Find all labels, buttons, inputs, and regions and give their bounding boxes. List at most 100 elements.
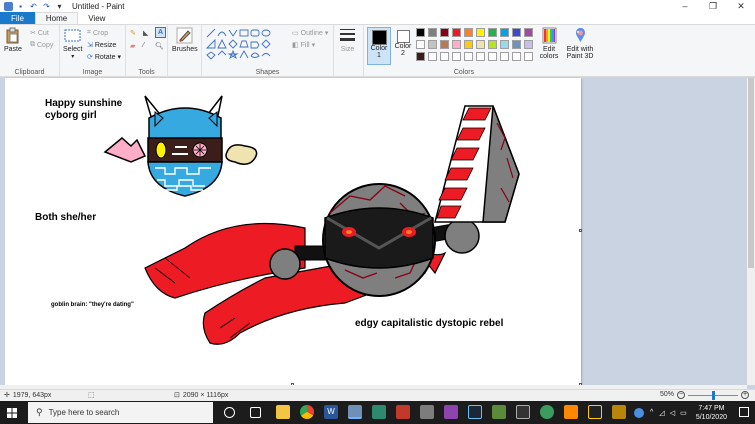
brushes-button[interactable]: Brushes (172, 27, 198, 53)
paint-taskbar-icon[interactable] (348, 405, 362, 419)
palette-swatch[interactable] (452, 52, 461, 61)
crop-button[interactable]: ⌗ Crop (87, 29, 108, 37)
palette-swatch[interactable] (452, 28, 461, 37)
eraser-icon[interactable]: ▰ (130, 42, 135, 50)
file-explorer-icon[interactable] (276, 405, 290, 419)
palette-swatch[interactable] (428, 40, 437, 49)
start-button[interactable] (0, 401, 23, 424)
size-button[interactable]: Size (339, 27, 356, 53)
palette-swatch[interactable] (428, 28, 437, 37)
drawing-canvas[interactable]: Happy sunshine cyborg girl Both she/her … (5, 78, 581, 385)
palette-swatch[interactable] (524, 28, 533, 37)
vertical-scrollbar[interactable] (747, 78, 755, 385)
taskbar-clock[interactable]: 7:47 PM 5/10/2020 (696, 404, 727, 422)
close-button[interactable]: ✕ (727, 0, 755, 12)
text-tool-icon[interactable]: A (155, 27, 166, 38)
tab-home[interactable]: Home (34, 12, 79, 24)
action-center-icon[interactable] (739, 407, 749, 417)
palette-swatch[interactable] (524, 40, 533, 49)
canvas-resize-handle-right[interactable] (579, 229, 582, 232)
tab-view[interactable]: View (78, 12, 115, 24)
palette-swatch[interactable] (512, 52, 521, 61)
palette-swatch[interactable] (500, 40, 509, 49)
taskbar-search-box[interactable]: ⚲ Type here to search (28, 402, 213, 423)
minecraft-icon[interactable] (492, 405, 506, 419)
app-icon-7[interactable] (588, 405, 602, 419)
undo-icon[interactable]: ↶ (29, 2, 38, 11)
palette-swatch[interactable] (476, 40, 485, 49)
fill-button[interactable]: ◧ Fill ▾ (292, 41, 315, 50)
color-picker-icon[interactable]: ⁄ (143, 42, 144, 49)
tray-app-icon[interactable] (634, 407, 644, 418)
edit-with-paint3d-button[interactable]: Edit with Paint 3D (565, 27, 595, 60)
network-icon[interactable]: ◿ (659, 409, 664, 417)
zoom-in-button[interactable]: + (741, 391, 749, 399)
outline-button[interactable]: ▭ Outline ▾ (292, 29, 328, 38)
steam-icon[interactable] (468, 405, 482, 419)
app-icon-6[interactable] (540, 405, 554, 419)
rotate-button[interactable]: ⟳ Rotate ▾ (87, 53, 121, 62)
palette-swatch[interactable] (488, 28, 497, 37)
task-view-icon[interactable] (250, 407, 261, 418)
copy-button[interactable]: ⧉ Copy (30, 41, 53, 49)
palette-swatch[interactable] (440, 28, 449, 37)
palette-swatch[interactable] (464, 52, 473, 61)
palette-swatch[interactable] (416, 40, 425, 49)
cortana-icon[interactable] (224, 407, 235, 418)
select-dropdown-icon[interactable]: ▾ (71, 53, 74, 60)
app-icon-4[interactable] (444, 405, 458, 419)
zoom-out-button[interactable]: − (677, 391, 685, 399)
crop-icon: ⌗ (87, 29, 91, 36)
color1-button[interactable]: Color 1 (367, 27, 391, 65)
palette-swatch[interactable] (488, 40, 497, 49)
show-hidden-icons[interactable]: ^ (650, 409, 653, 416)
palette-swatch[interactable] (464, 28, 473, 37)
palette-swatch[interactable] (440, 40, 449, 49)
palette-swatch[interactable] (524, 52, 533, 61)
app-icon-8[interactable] (612, 405, 626, 419)
palette-swatch[interactable] (512, 28, 521, 37)
tools-group: ✎ ◣ A ▰ ⁄ 🔍︎ Tools (126, 25, 168, 77)
palette-swatch[interactable] (476, 52, 485, 61)
palette-swatch[interactable] (500, 52, 509, 61)
palette-swatch[interactable] (440, 52, 449, 61)
copy-label: Copy (37, 41, 54, 49)
cut-button[interactable]: ✂ Cut (30, 29, 49, 38)
shapes-gallery-icon[interactable] (206, 28, 290, 60)
tab-file[interactable]: File (0, 12, 35, 24)
redo-icon[interactable]: ↷ (42, 2, 51, 11)
paste-button[interactable]: Paste (4, 27, 22, 53)
palette-swatch[interactable] (464, 40, 473, 49)
maximize-button[interactable]: ❐ (699, 0, 727, 12)
zoom-slider-thumb[interactable] (711, 391, 715, 400)
customize-quick-access-icon[interactable]: ▾ (55, 2, 64, 11)
fill-bucket-icon[interactable]: ◣ (143, 29, 148, 37)
app-icon-2[interactable] (396, 405, 410, 419)
palette-swatch[interactable] (512, 40, 521, 49)
palette-swatch[interactable] (488, 52, 497, 61)
chrome-icon[interactable] (300, 405, 314, 419)
notification-icon[interactable]: ▭ (680, 409, 687, 417)
palette-swatch[interactable] (476, 28, 485, 37)
pencil-icon[interactable]: ✎ (130, 29, 136, 37)
palette-swatch[interactable] (416, 28, 425, 37)
app-icon-5[interactable] (516, 405, 530, 419)
volume-icon[interactable]: ◁ (670, 409, 675, 417)
palette-swatch[interactable] (452, 40, 461, 49)
palette-swatch[interactable] (428, 52, 437, 61)
minimize-button[interactable]: – (671, 0, 699, 12)
palette-swatch[interactable] (500, 28, 509, 37)
resize-button[interactable]: ⇲ Resize (87, 41, 116, 50)
edit-colors-button[interactable]: Edit colors (536, 27, 562, 60)
zoom-slider[interactable] (688, 391, 738, 400)
color2-button[interactable]: Color 2 (392, 27, 414, 57)
vertical-scrollbar-thumb[interactable] (748, 78, 754, 268)
vlc-icon[interactable] (564, 405, 578, 419)
app-icon-3[interactable] (420, 405, 434, 419)
save-icon[interactable]: ▪ (16, 2, 25, 11)
select-button[interactable]: Select ▾ (63, 27, 82, 60)
palette-swatch[interactable] (416, 52, 425, 61)
magnifier-icon[interactable]: 🔍︎ (155, 42, 164, 50)
word-icon[interactable]: W (324, 405, 338, 419)
app-icon-1[interactable] (372, 405, 386, 419)
